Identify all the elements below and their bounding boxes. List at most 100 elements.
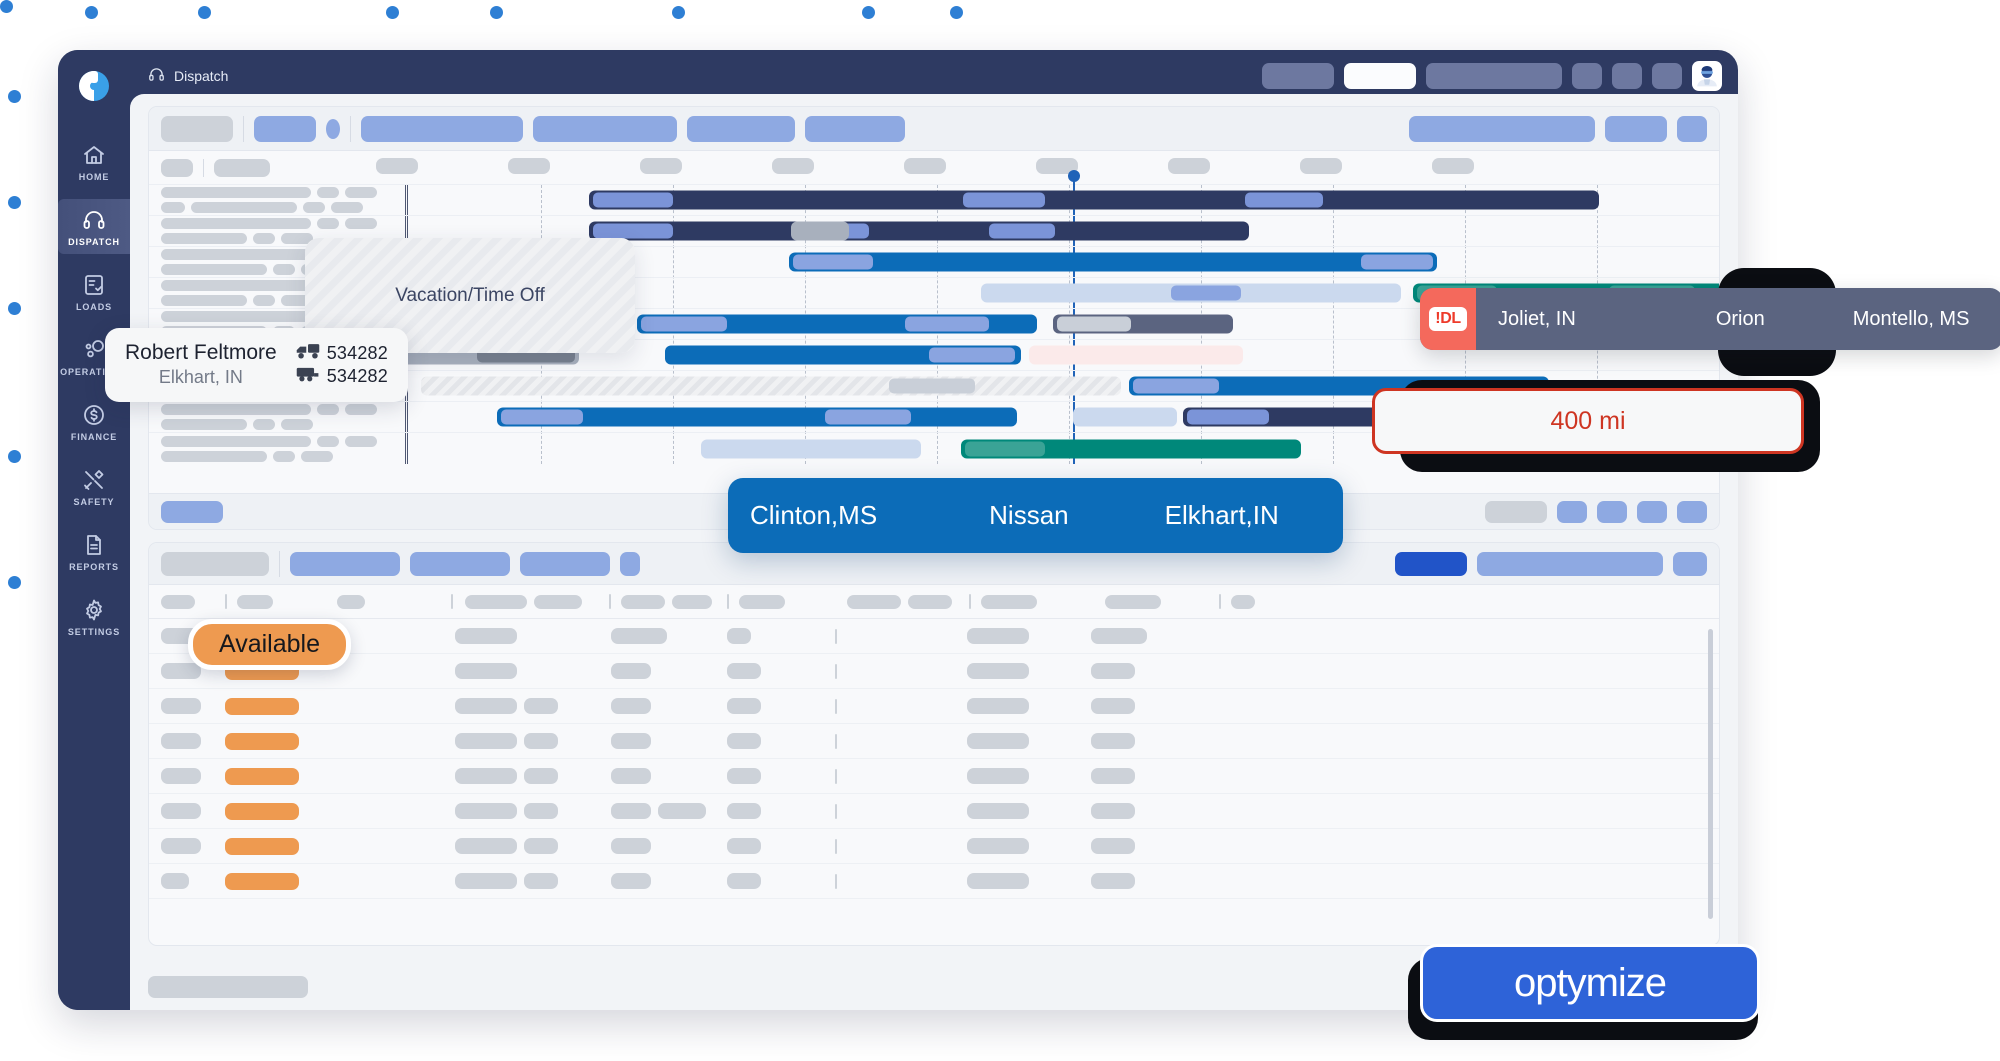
table-row[interactable] (149, 689, 1719, 724)
gantt-bar[interactable] (701, 439, 921, 458)
cell-placeholder (455, 838, 517, 854)
table-row[interactable] (149, 724, 1719, 759)
table-row[interactable] (149, 654, 1719, 689)
screenshot-root: HOME DISPATCH LOADS OPERATIONS FINANCE S… (0, 0, 2000, 1061)
gantt-bar[interactable] (497, 407, 1017, 427)
table-row[interactable] (149, 829, 1719, 864)
column-header[interactable] (327, 594, 451, 609)
decorative-dot (8, 196, 21, 209)
table-row[interactable] (149, 759, 1719, 794)
toolbar-tab-chip[interactable] (805, 115, 905, 142)
toolbar-tab-chip[interactable] (361, 115, 523, 142)
sidebar-item-settings[interactable]: SETTINGS (58, 589, 130, 644)
cell-placeholder (611, 698, 651, 714)
table-row[interactable] (149, 794, 1719, 829)
toolbar-icon-button[interactable] (1612, 63, 1642, 89)
footer-chip[interactable] (161, 500, 223, 523)
column-header[interactable] (161, 594, 225, 609)
row-label (149, 187, 401, 213)
cell-placeholder (455, 663, 517, 679)
sidebar-item-loads[interactable]: LOADS (58, 264, 130, 319)
column-header[interactable] (453, 594, 609, 609)
toolbar-icon-button[interactable] (1572, 63, 1602, 89)
toolbar-action-chip[interactable] (1409, 115, 1595, 142)
timeline-tick-label (376, 158, 418, 174)
table-scrollbar[interactable] (1708, 629, 1713, 919)
table-row[interactable] (149, 864, 1719, 899)
gantt-bar[interactable] (665, 345, 1021, 365)
footer-chip[interactable] (1677, 500, 1707, 523)
cell-placeholder (524, 733, 558, 749)
distance-callout: 400 mi (1372, 388, 1804, 454)
gantt-bar[interactable] (637, 314, 1037, 334)
column-header[interactable] (837, 594, 969, 609)
cell-placeholder (1091, 838, 1135, 854)
sidebar-item-home[interactable]: HOME (58, 134, 130, 189)
toolbar-placeholder-pill[interactable] (1262, 63, 1334, 89)
gantt-bar[interactable] (1053, 314, 1233, 334)
header-placeholder (337, 594, 365, 609)
column-header[interactable] (611, 594, 727, 609)
gantt-bar[interactable] (589, 190, 1599, 210)
tractor-unit-number: 534282 (326, 342, 388, 363)
cell-placeholder (727, 873, 761, 889)
toolbar-icon-button[interactable] (1652, 63, 1682, 89)
footer-chip[interactable] (1557, 500, 1587, 523)
toolbar-placeholder[interactable] (161, 551, 269, 576)
avatar[interactable] (1692, 61, 1722, 91)
bar-segment (963, 192, 1045, 208)
footer-chip[interactable] (1637, 500, 1667, 523)
table-tab-chip[interactable] (620, 551, 640, 576)
column-header[interactable] (971, 594, 1095, 609)
gantt-bar[interactable] (789, 252, 1437, 272)
brand-logo-mark[interactable] (72, 64, 116, 108)
table-tab-chip[interactable] (520, 551, 610, 576)
toolbar-action-chip[interactable] (1677, 115, 1707, 142)
table-tab-chip[interactable] (290, 551, 400, 576)
column-header[interactable] (1095, 594, 1219, 609)
gantt-bar[interactable] (981, 283, 1401, 303)
gantt-bar[interactable] (589, 221, 1249, 241)
trailer-unit-row: 534282 (295, 365, 388, 388)
gantt-bar-unavailable[interactable] (421, 376, 1121, 396)
sidebar-item-dispatch[interactable]: DISPATCH (58, 199, 130, 254)
table-row[interactable] (149, 619, 1719, 654)
sidebar-item-reports[interactable]: REPORTS (58, 524, 130, 579)
label-placeholder (273, 264, 295, 275)
table-primary-action[interactable] (1395, 551, 1467, 576)
column-header[interactable] (729, 594, 837, 609)
gantt-bar[interactable] (1029, 345, 1243, 365)
toolbar-action-chip[interactable] (1605, 115, 1667, 142)
toolbar-tab-chip[interactable] (533, 115, 677, 142)
cell-placeholder (611, 768, 651, 784)
gantt-bar[interactable] (961, 439, 1301, 458)
toolbar-placeholder[interactable] (161, 115, 233, 142)
brand-callout: optymize (1420, 944, 1760, 1022)
table-action-chip[interactable] (1477, 551, 1663, 576)
gantt-bar[interactable] (791, 221, 849, 241)
toolbar-active-pill[interactable] (1344, 63, 1416, 89)
pagination-placeholder[interactable] (148, 976, 308, 998)
decorative-dot (0, 0, 13, 13)
footer-chip[interactable] (1597, 500, 1627, 523)
sidebar-item-safety[interactable]: SAFETY (58, 459, 130, 514)
column-header[interactable] (1221, 594, 1255, 609)
table-action-chip[interactable] (1673, 551, 1707, 576)
divider (350, 115, 351, 142)
toolbar-filter-chip[interactable] (254, 115, 316, 142)
toolbar-tab-chip[interactable] (687, 115, 795, 142)
column-header[interactable] (227, 594, 327, 609)
board-row[interactable] (149, 185, 1719, 216)
toolbar-round-chip[interactable] (326, 118, 340, 139)
bar-segment (965, 441, 1045, 456)
toolbar-placeholder-pill[interactable] (1426, 63, 1562, 89)
cell-placeholder (611, 873, 651, 889)
sidebar-item-finance[interactable]: FINANCE (58, 394, 130, 449)
footer-chip[interactable] (1485, 500, 1547, 523)
gantt-bar[interactable] (1073, 407, 1177, 427)
cell-placeholder (161, 733, 201, 749)
table-tab-chip[interactable] (410, 551, 510, 576)
label-placeholder (161, 435, 311, 447)
route-origin: Clinton,MS (750, 500, 878, 530)
label-placeholder (161, 280, 311, 291)
